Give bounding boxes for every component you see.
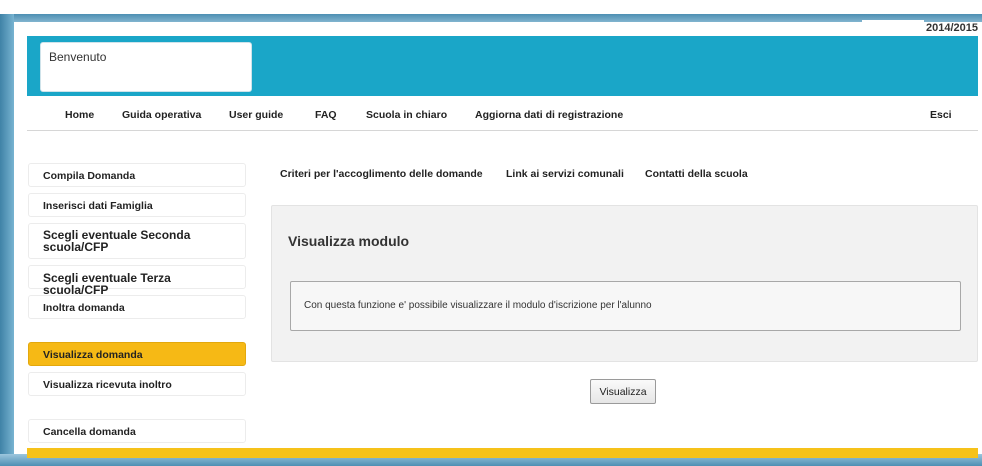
footer-band bbox=[27, 448, 978, 458]
panel-message: Con questa funzione e' possibile visuali… bbox=[290, 281, 961, 331]
sidebar-item-inoltra-domanda[interactable]: Inoltra domanda bbox=[28, 295, 246, 319]
school-year: 2014/2015 bbox=[926, 22, 978, 34]
sidebar-item-dati-famiglia[interactable]: Inserisci dati Famiglia bbox=[28, 193, 246, 217]
nav-home[interactable]: Home bbox=[65, 109, 94, 121]
link-servizi-comunali[interactable]: Link ai servizi comunali bbox=[506, 168, 624, 180]
year-backdrop bbox=[862, 20, 924, 34]
sidebar-item-compila-domanda[interactable]: Compila Domanda bbox=[28, 163, 246, 187]
link-contatti-scuola[interactable]: Contatti della scuola bbox=[645, 168, 748, 180]
sidebar-item-terza-scuola[interactable]: Scegli eventuale Terza scuola/CFP bbox=[28, 265, 246, 296]
sidebar-item-seconda-scuola[interactable]: Scegli eventuale Seconda scuola/CFP bbox=[28, 223, 246, 259]
panel-title: Visualizza modulo bbox=[288, 233, 410, 249]
welcome-box: Benvenuto bbox=[40, 42, 252, 92]
visualizza-modulo-panel: Visualizza modulo Con questa funzione e'… bbox=[271, 205, 978, 362]
nav-user-guide[interactable]: User guide bbox=[229, 109, 283, 121]
link-criteri[interactable]: Criteri per l'accoglimento delle domande bbox=[280, 168, 483, 180]
nav-aggiorna-dati[interactable]: Aggiorna dati di registrazione bbox=[475, 109, 623, 121]
nav-esci[interactable]: Esci bbox=[930, 109, 952, 121]
nav-faq[interactable]: FAQ bbox=[315, 109, 337, 121]
sidebar-item-cancella-domanda[interactable]: Cancella domanda bbox=[28, 419, 246, 443]
sidebar-item-visualizza-domanda[interactable]: Visualizza domanda bbox=[28, 342, 246, 366]
visualizza-button[interactable]: Visualizza bbox=[590, 379, 656, 404]
nav-scuola-in-chiaro[interactable]: Scuola in chiaro bbox=[366, 109, 447, 121]
sidebar-item-ricevuta-inoltro[interactable]: Visualizza ricevuta inoltro bbox=[28, 372, 246, 396]
nav-guida-operativa[interactable]: Guida operativa bbox=[122, 109, 201, 121]
top-nav: Home Guida operativa User guide FAQ Scuo… bbox=[27, 99, 978, 131]
frame-left bbox=[0, 14, 14, 466]
